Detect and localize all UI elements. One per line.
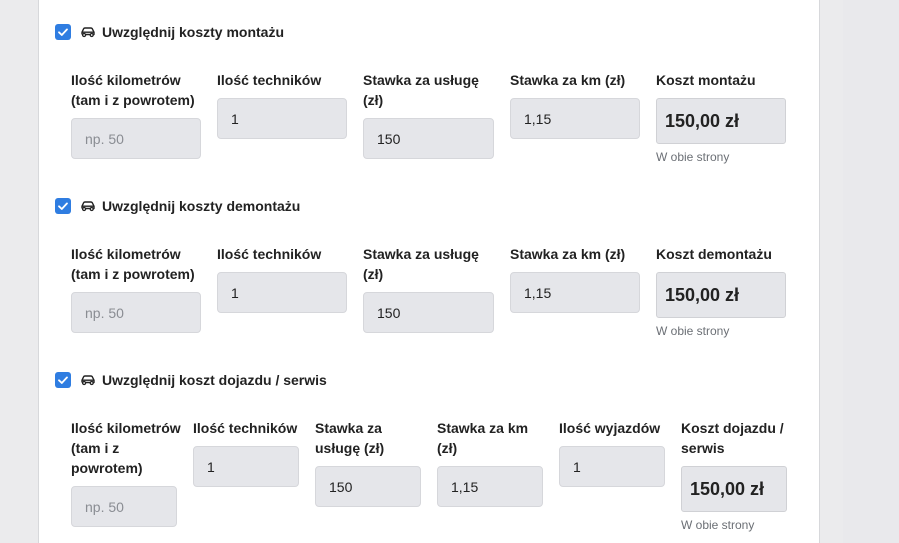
label-km-rate: Stawka za km (zł) xyxy=(510,72,626,88)
cost-value: 150,00 zł xyxy=(656,272,786,318)
right-side-area xyxy=(843,0,899,543)
label-techs: Ilość techników xyxy=(217,246,322,262)
techs-input[interactable] xyxy=(217,98,347,139)
car-icon xyxy=(80,25,96,39)
km-rate-input[interactable] xyxy=(437,466,543,507)
cost-value: 150,00 zł xyxy=(681,466,787,512)
rate-input[interactable] xyxy=(363,118,494,159)
section-title-montaz: Uwzględnij koszty montażu xyxy=(102,24,285,40)
cost-value: 150,00 zł xyxy=(656,98,786,144)
label-techs: Ilość techników xyxy=(217,72,322,88)
cost-help-text: W obie strony xyxy=(656,324,730,338)
label-km-rate: Stawka za km (zł) xyxy=(510,246,626,262)
check-icon xyxy=(58,376,68,384)
cost-help-text: W obie strony xyxy=(656,150,730,164)
label-rate: Stawka za usługę (zł) xyxy=(363,72,479,108)
include-demontaz-checkbox[interactable] xyxy=(55,198,71,214)
car-icon xyxy=(80,199,96,213)
cost-help-text: W obie strony xyxy=(681,518,755,532)
rate-input[interactable] xyxy=(315,466,421,507)
include-dojazd-checkbox[interactable] xyxy=(55,372,71,388)
label-km: Ilość kilometrów (tam i z powrotem) xyxy=(71,246,195,282)
km-rate-input[interactable] xyxy=(510,98,640,139)
section-header-montaz: Uwzględnij koszty montażu xyxy=(55,22,284,42)
techs-input[interactable] xyxy=(217,272,347,313)
label-cost: Koszt montażu xyxy=(656,72,756,88)
include-montaz-checkbox[interactable] xyxy=(55,24,71,40)
techs-input[interactable] xyxy=(193,446,299,487)
km-rate-input[interactable] xyxy=(510,272,640,313)
label-rate: Stawka za usługę (zł) xyxy=(315,420,385,456)
label-cost: Koszt dojazdu / serwis xyxy=(681,420,784,456)
trips-input[interactable] xyxy=(559,446,665,487)
label-km-rate: Stawka za km (zł) xyxy=(437,420,529,456)
label-cost: Koszt demontażu xyxy=(656,246,772,262)
km-input[interactable] xyxy=(71,118,201,159)
label-km: Ilość kilometrów (tam i z powrotem) xyxy=(71,420,181,476)
section-title-dojazd: Uwzględnij koszt dojazdu / serwis xyxy=(102,372,327,388)
km-input[interactable] xyxy=(71,486,177,527)
label-rate: Stawka za usługę (zł) xyxy=(363,246,479,282)
check-icon xyxy=(58,202,68,210)
check-icon xyxy=(58,28,68,36)
section-header-dojazd: Uwzględnij koszt dojazdu / serwis xyxy=(55,370,327,390)
section-title-demontaz: Uwzględnij koszty demontażu xyxy=(102,198,301,214)
label-km: Ilość kilometrów (tam i z powrotem) xyxy=(71,72,195,108)
km-input[interactable] xyxy=(71,292,201,333)
section-header-demontaz: Uwzględnij koszty demontażu xyxy=(55,196,300,216)
label-techs: Ilość techników xyxy=(193,420,298,436)
car-icon xyxy=(80,373,96,387)
rate-input[interactable] xyxy=(363,292,494,333)
label-trips: Ilość wyjazdów xyxy=(559,420,661,436)
